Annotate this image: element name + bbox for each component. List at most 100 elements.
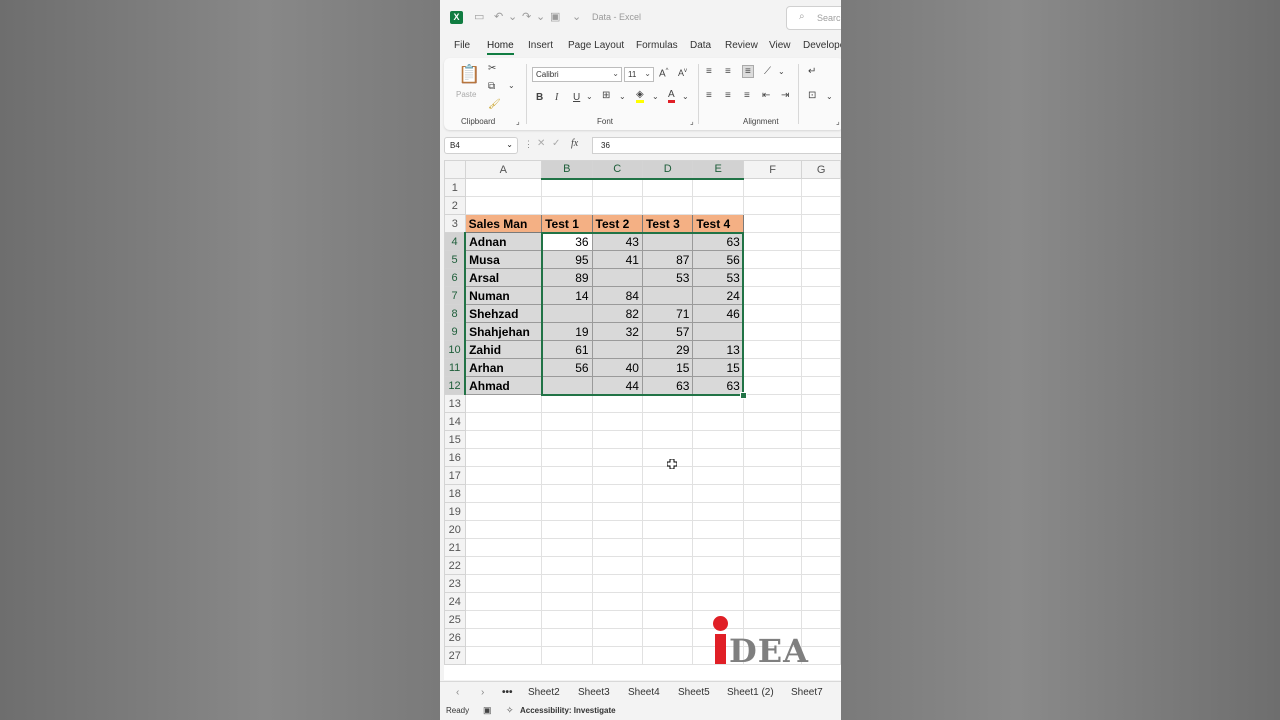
fill-handle[interactable] bbox=[740, 391, 748, 399]
cell[interactable] bbox=[541, 538, 593, 557]
increase-font-icon[interactable]: A^ bbox=[659, 68, 669, 79]
italic-button[interactable]: I bbox=[555, 92, 558, 103]
cell[interactable] bbox=[742, 430, 803, 449]
cell[interactable] bbox=[591, 178, 643, 197]
cell[interactable] bbox=[801, 538, 841, 557]
cell[interactable] bbox=[742, 484, 803, 503]
score-cell[interactable]: 61 bbox=[541, 340, 593, 359]
cell[interactable] bbox=[464, 466, 543, 485]
cell[interactable] bbox=[692, 556, 744, 575]
cell[interactable] bbox=[801, 556, 841, 575]
copy-dropdown-icon[interactable]: ⌄ bbox=[508, 81, 515, 90]
row-header[interactable]: 6 bbox=[444, 268, 467, 287]
score-cell[interactable]: 13 bbox=[692, 340, 744, 359]
sheet-tab[interactable]: Sheet2 bbox=[528, 687, 560, 698]
cell[interactable] bbox=[464, 430, 543, 449]
tab-developer[interactable]: Develope bbox=[803, 40, 841, 51]
cell[interactable] bbox=[591, 556, 643, 575]
cell[interactable] bbox=[541, 646, 593, 665]
paste-icon[interactable]: 📋 bbox=[458, 64, 480, 85]
undo-icon[interactable]: ↶ bbox=[494, 10, 503, 23]
cell[interactable] bbox=[801, 232, 841, 251]
score-cell[interactable]: 41 bbox=[591, 250, 643, 269]
underline-button[interactable]: U bbox=[573, 92, 580, 103]
column-header[interactable]: C bbox=[591, 160, 643, 180]
formula-input[interactable]: 36 bbox=[592, 137, 841, 154]
sheet-tab[interactable]: Sheet3 bbox=[578, 687, 610, 698]
cell[interactable] bbox=[591, 466, 643, 485]
format-painter-icon[interactable]: 🖌 bbox=[488, 99, 501, 110]
row-header[interactable]: 8 bbox=[444, 304, 467, 323]
score-cell[interactable]: 32 bbox=[591, 322, 643, 341]
cancel-icon[interactable]: ✕ bbox=[537, 138, 545, 149]
column-header[interactable]: A bbox=[464, 160, 543, 179]
decrease-font-icon[interactable]: Av bbox=[678, 68, 687, 78]
sheet-tab[interactable]: Sheet5 bbox=[678, 687, 710, 698]
cell[interactable] bbox=[641, 538, 694, 557]
salesman-cell[interactable]: Shahjehan bbox=[464, 322, 543, 341]
redo-icon[interactable]: ↷ bbox=[522, 10, 531, 23]
row-header[interactable]: 19 bbox=[444, 502, 466, 521]
tab-home[interactable]: Home bbox=[487, 40, 514, 51]
header-cell[interactable]: Test 2 bbox=[591, 214, 643, 233]
align-bottom-icon[interactable]: ≡ bbox=[742, 65, 754, 78]
cell[interactable] bbox=[641, 520, 694, 539]
cell[interactable] bbox=[801, 178, 841, 197]
cell[interactable] bbox=[742, 322, 803, 341]
cell[interactable] bbox=[641, 592, 694, 611]
cell[interactable] bbox=[801, 340, 841, 359]
paste-label[interactable]: Paste bbox=[456, 90, 476, 99]
row-header[interactable]: 12 bbox=[444, 376, 467, 395]
select-all-corner[interactable] bbox=[444, 160, 466, 179]
column-header[interactable]: F bbox=[742, 160, 803, 179]
column-header[interactable]: E bbox=[692, 160, 744, 180]
cell[interactable] bbox=[742, 448, 803, 467]
tab-page-layout[interactable]: Page Layout bbox=[568, 40, 624, 51]
cell[interactable] bbox=[541, 520, 593, 539]
row-header[interactable]: 20 bbox=[444, 520, 466, 539]
cell[interactable] bbox=[742, 592, 803, 611]
cell[interactable] bbox=[591, 592, 643, 611]
cell[interactable] bbox=[692, 430, 744, 449]
cell[interactable] bbox=[541, 484, 593, 503]
cell[interactable] bbox=[591, 610, 643, 629]
sheet-tab[interactable]: Sheet7 bbox=[791, 687, 823, 698]
cell[interactable] bbox=[801, 268, 841, 287]
insert-function-icon[interactable]: fx bbox=[571, 138, 578, 149]
cell[interactable] bbox=[801, 484, 841, 503]
row-header[interactable]: 24 bbox=[444, 592, 466, 611]
cell[interactable] bbox=[801, 574, 841, 593]
wrap-text-icon[interactable]: ↵ bbox=[808, 66, 816, 77]
cell[interactable] bbox=[541, 178, 593, 197]
cell[interactable] bbox=[692, 412, 744, 431]
cell[interactable] bbox=[541, 610, 593, 629]
tab-review[interactable]: Review bbox=[725, 40, 758, 51]
cell[interactable] bbox=[464, 178, 543, 197]
merge-dropdown-icon[interactable]: ⌄ bbox=[826, 92, 833, 101]
active-cell[interactable]: 36 bbox=[541, 232, 593, 251]
cell[interactable] bbox=[742, 214, 803, 233]
salesman-cell[interactable]: Shehzad bbox=[464, 304, 543, 323]
cell[interactable] bbox=[641, 178, 694, 197]
tab-file[interactable]: File bbox=[454, 40, 470, 51]
cell[interactable] bbox=[692, 196, 744, 215]
cell[interactable] bbox=[692, 178, 744, 197]
cell[interactable] bbox=[464, 556, 543, 575]
borders-icon[interactable]: ⊞ bbox=[602, 90, 610, 101]
font-color-dropdown-icon[interactable]: ⌄ bbox=[682, 92, 689, 101]
cell[interactable] bbox=[742, 250, 803, 269]
row-header[interactable]: 11 bbox=[444, 358, 467, 377]
row-header[interactable]: 18 bbox=[444, 484, 466, 503]
salesman-cell[interactable]: Arhan bbox=[464, 358, 543, 377]
cell[interactable] bbox=[801, 394, 841, 413]
fill-color-dropdown-icon[interactable]: ⌄ bbox=[652, 92, 659, 101]
align-left-icon[interactable]: ≡ bbox=[706, 90, 712, 101]
cell[interactable] bbox=[541, 394, 593, 413]
customize-qat-icon[interactable]: ⌄ bbox=[572, 10, 581, 23]
row-header[interactable]: 4 bbox=[444, 232, 467, 251]
cell[interactable] bbox=[742, 268, 803, 287]
row-header[interactable]: 22 bbox=[444, 556, 466, 575]
cell[interactable] bbox=[591, 628, 643, 647]
salesman-cell[interactable]: Musa bbox=[464, 250, 543, 269]
font-name-select[interactable]: Calibri ⌄ bbox=[532, 67, 622, 82]
